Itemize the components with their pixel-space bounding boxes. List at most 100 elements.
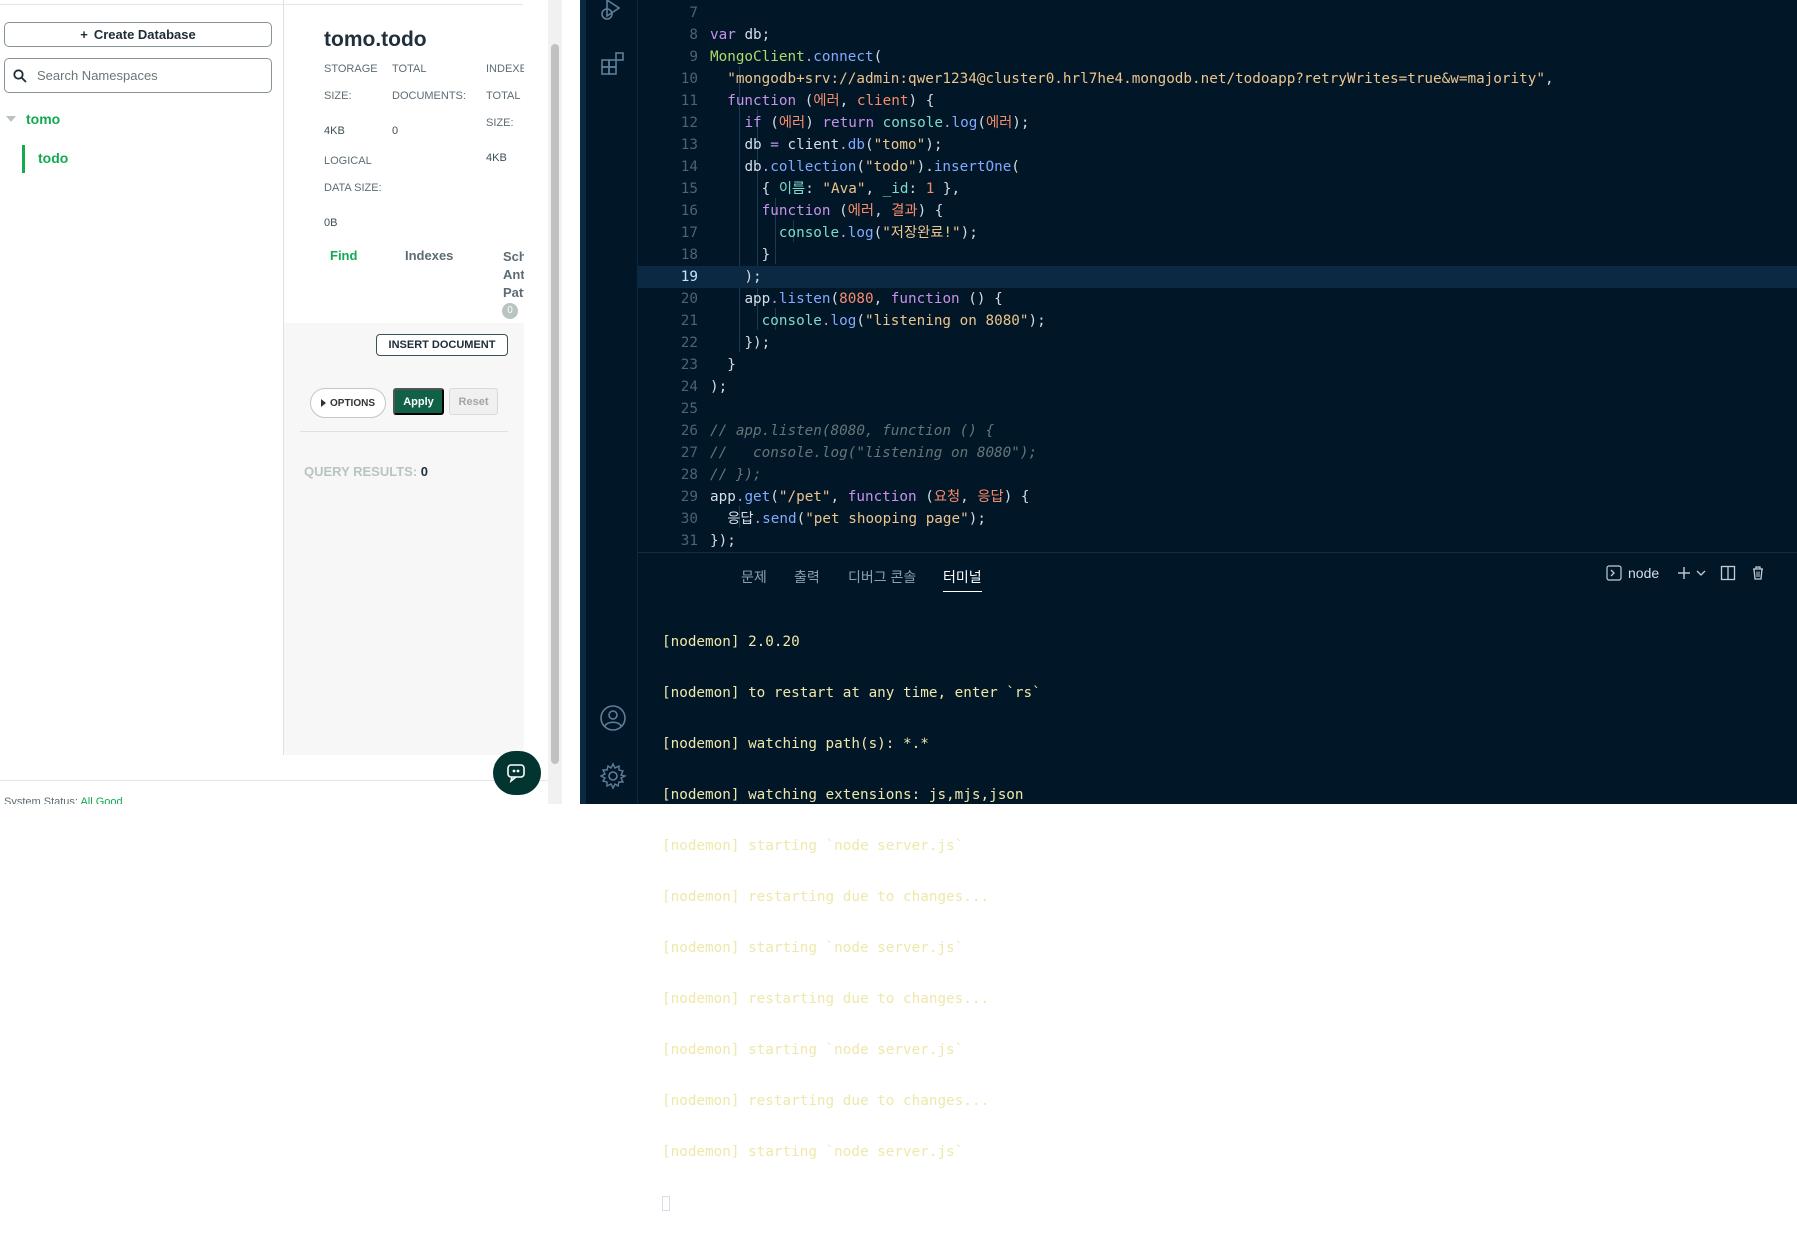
token: ); (1012, 115, 1030, 131)
tab-schema-anti-patterns[interactable]: Schema Anti- Patterns (503, 248, 524, 302)
tab-output[interactable]: 출력 (794, 567, 820, 587)
terminal-selector[interactable]: node (1606, 565, 1659, 581)
token: log (830, 313, 857, 329)
code-line: 18 } (638, 244, 1797, 266)
token: 요청 (933, 489, 961, 505)
token: _id (882, 181, 909, 197)
token: function (847, 489, 917, 505)
terminal-line: [nodemon] watching extensions: js,mjs,js… (662, 787, 1024, 803)
search-namespaces[interactable] (4, 58, 272, 93)
token: ); (710, 379, 728, 395)
token: ); (960, 225, 978, 241)
token: { (761, 181, 779, 197)
token: "todo" (864, 159, 917, 175)
token: console (874, 115, 943, 131)
account-icon[interactable] (599, 704, 627, 732)
line-number: 12 (680, 115, 698, 131)
token: ( (873, 49, 883, 65)
code-line: 31}); (638, 530, 1797, 552)
gear-icon[interactable] (599, 762, 627, 790)
token: . (942, 115, 952, 131)
tab-find[interactable]: Find (330, 248, 357, 263)
code-line: 29 app.get("/pet", function (요청, 응답) { (638, 486, 1797, 508)
token: . (770, 291, 779, 307)
run-debug-icon[interactable] (599, 0, 627, 24)
tab-problems[interactable]: 문제 (741, 567, 767, 587)
token: send (762, 511, 797, 527)
token: ( (761, 115, 779, 131)
line-number: 31 (680, 533, 698, 549)
token: 에러 (985, 115, 1013, 131)
token: ( (796, 93, 814, 109)
caret-down-icon[interactable] (6, 116, 16, 122)
token: }, (934, 181, 961, 197)
chat-support-button[interactable] (493, 751, 541, 795)
chevron-down-icon[interactable] (1696, 565, 1706, 581)
database-item-tomo[interactable]: tomo (6, 111, 60, 127)
search-namespaces-input[interactable] (35, 67, 255, 84)
trash-icon[interactable] (1750, 565, 1766, 581)
options-toggle[interactable]: OPTIONS (310, 388, 386, 418)
collection-item-todo[interactable]: todo (38, 150, 68, 166)
token: , (1544, 71, 1554, 87)
token: 이름 (778, 181, 806, 197)
line-number: 24 (680, 379, 698, 395)
token: , (960, 489, 978, 505)
terminal-line: [nodemon] starting `node server.js` (662, 940, 964, 956)
extensions-icon[interactable] (599, 50, 627, 78)
terminal-output[interactable]: [nodemon] 2.0.20 [nodemon] to restart at… (662, 600, 1041, 1246)
code-editor[interactable]: 7 8 var db; 9 MongoClient.connect( 10 "mon… (638, 0, 1797, 552)
tab-debug-console[interactable]: 디버그 콘솔 (848, 567, 916, 587)
query-results-label: QUERY RESULTS: (304, 464, 418, 479)
code-line: 10 "mongodb+srv://admin:qwer1234@cluster… (638, 68, 1797, 90)
token: , (874, 203, 892, 219)
system-status-link[interactable]: All Good (80, 796, 122, 804)
line-number: 30 (680, 511, 698, 527)
token: client (856, 93, 909, 109)
token: 응답 (977, 489, 1004, 505)
system-status: System Status: All Good (4, 796, 123, 804)
query-results-count: 0 (420, 464, 429, 479)
create-database-button[interactable]: + Create Database (4, 22, 272, 47)
insert-document-button[interactable]: INSERT DOCUMENT (376, 334, 508, 356)
terminal-line: [nodemon] restarting due to changes... (662, 991, 990, 1007)
activity-bar (586, 0, 638, 804)
line-number: 27 (680, 445, 698, 461)
token: ); (925, 137, 943, 153)
token: } (761, 247, 771, 263)
bottom-panel: 문제 출력 디버그 콘솔 터미널 node [nodemon] 2.0.20 [… (638, 552, 1797, 1211)
terminal-line: [nodemon] restarting due to changes... (662, 1093, 990, 1109)
token: . (821, 313, 831, 329)
line-number: 15 (680, 181, 698, 197)
chat-icon (507, 764, 525, 783)
stat-label: INDEXES (486, 63, 524, 75)
scrollbar-thumb[interactable] (551, 44, 559, 764)
token: 에러 (778, 115, 806, 131)
terminal-line: [nodemon] to restart at any time, enter … (662, 685, 1041, 701)
apply-button[interactable]: Apply (393, 388, 444, 415)
line-number: 10 (680, 71, 698, 87)
stat-storage-size: STORAGE SIZE: 4KB (324, 56, 378, 145)
token: , (830, 489, 848, 505)
tab-terminal[interactable]: 터미널 (943, 567, 982, 592)
plus-icon: + (80, 27, 88, 42)
token: ( (770, 489, 779, 505)
token: , (839, 93, 857, 109)
tab-indexes[interactable]: Indexes (405, 248, 453, 263)
token: }); (710, 533, 736, 549)
reset-button[interactable]: Reset (449, 388, 498, 415)
token: "저장완료!" (882, 225, 961, 241)
split-terminal-icon[interactable] (1720, 565, 1736, 581)
stat-label: DATA SIZE: (324, 182, 382, 194)
code-line-active: 19 ); (638, 266, 1797, 288)
tab-label-line: Patterns (503, 285, 524, 300)
stat-value: 4KB (324, 125, 345, 137)
token: 에러 (813, 93, 840, 109)
plus-icon[interactable] (1676, 565, 1692, 581)
code-line: 30 응답.send("pet shooping page"); (638, 508, 1797, 530)
token: ) { (1003, 489, 1030, 505)
line-number: 13 (680, 137, 698, 153)
line-number: 28 (680, 467, 698, 483)
token: 8080 (839, 291, 874, 307)
token: 결과 (891, 203, 918, 219)
